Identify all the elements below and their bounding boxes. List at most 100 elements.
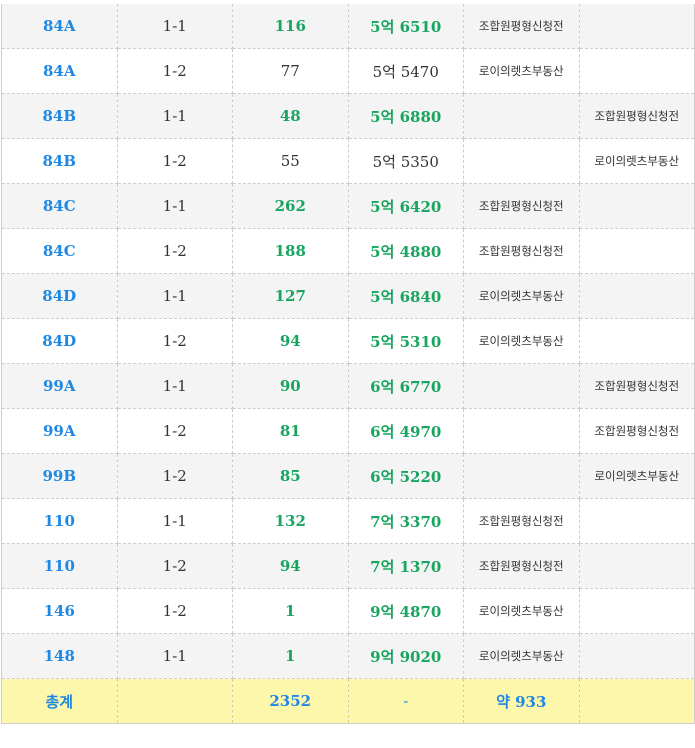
agent-cell-2 [579,318,695,364]
count-cell: 188 [232,228,349,274]
count-cell: 90 [232,363,349,409]
agent-cell-1: 조합원평형신청전 [463,543,580,589]
agent-cell-1: 로이의렛츠부동산 [463,273,580,319]
count-cell: 55 [232,138,349,184]
dong-cell: 1-2 [117,48,233,94]
apartment-price-table: 84A 1-1 116 5억 6510 조합원평형신청전 84A 1-2 77 5억 5470 로… [1,4,695,724]
table-row: 84A 1-2 77 5억 5470 로이의렛츠부동산 [1,48,695,94]
total-dong [117,678,233,724]
table-row: 84B 1-2 55 5억 5350 로이의렛츠부동산 [1,138,695,184]
price-cell: 9억 9020 [348,633,464,679]
dong-cell: 1-2 [117,453,233,499]
dong-cell: 1-1 [117,498,233,544]
table-row: 110 1-2 94 7억 1370 조합원평형신청전 [1,543,695,589]
count-cell: 132 [232,498,349,544]
table-row: 84D 1-1 127 5억 6840 로이의렛츠부동산 [1,273,695,319]
total-price: - [348,678,464,724]
count-cell: 94 [232,318,349,364]
dong-cell: 1-1 [117,4,233,49]
dong-cell: 1-1 [117,273,233,319]
type-cell: 110 [1,543,118,589]
count-cell: 262 [232,183,349,229]
type-cell: 84C [1,183,118,229]
type-cell: 99A [1,408,118,454]
type-cell: 99B [1,453,118,499]
dong-cell: 1-2 [117,318,233,364]
dong-cell: 1-1 [117,633,233,679]
table-row: 99A 1-2 81 6억 4970 조합원평형신청전 [1,408,695,454]
dong-cell: 1-2 [117,543,233,589]
type-cell: 99A [1,363,118,409]
dong-cell: 1-1 [117,93,233,139]
agent-cell-2: 조합원평형신청전 [579,93,695,139]
table-row: 84B 1-1 48 5억 6880 조합원평형신청전 [1,93,695,139]
type-cell: 84D [1,318,118,364]
agent-cell-2: 로이의렛츠부동산 [579,453,695,499]
agent-cell-1 [463,93,580,139]
dong-cell: 1-2 [117,408,233,454]
count-cell: 77 [232,48,349,94]
dong-cell: 1-2 [117,228,233,274]
count-cell: 85 [232,453,349,499]
type-cell: 84A [1,48,118,94]
type-cell: 110 [1,498,118,544]
agent-cell-2 [579,228,695,274]
price-cell: 5억 4880 [348,228,464,274]
price-cell: 9억 4870 [348,588,464,634]
price-cell: 5억 6420 [348,183,464,229]
price-cell: 5억 5310 [348,318,464,364]
dong-cell: 1-2 [117,138,233,184]
total-blank [579,678,695,724]
dong-cell: 1-2 [117,588,233,634]
table-body: 84A 1-1 116 5억 6510 조합원평형신청전 84A 1-2 77 5억 5470 로… [1,4,695,724]
price-cell: 5억 6840 [348,273,464,319]
dong-cell: 1-1 [117,183,233,229]
table-row: 148 1-1 1 9억 9020 로이의렛츠부동산 [1,633,695,679]
agent-cell-1 [463,453,580,499]
type-cell: 146 [1,588,118,634]
table-row: 99B 1-2 85 6억 5220 로이의렛츠부동산 [1,453,695,499]
count-cell: 1 [232,588,349,634]
agent-cell-2: 로이의렛츠부동산 [579,138,695,184]
agent-cell-2 [579,543,695,589]
count-cell: 94 [232,543,349,589]
type-cell: 84B [1,138,118,184]
agent-cell-1: 조합원평형신청전 [463,4,580,49]
agent-cell-2 [579,4,695,49]
agent-cell-1: 로이의렛츠부동산 [463,48,580,94]
price-cell: 6억 6770 [348,363,464,409]
agent-cell-2 [579,633,695,679]
table-row: 99A 1-1 90 6억 6770 조합원평형신청전 [1,363,695,409]
agent-cell-1: 로이의렛츠부동산 [463,588,580,634]
type-cell: 148 [1,633,118,679]
agent-cell-2 [579,273,695,319]
agent-cell-2 [579,48,695,94]
count-cell: 116 [232,4,349,49]
total-row: 총계 2352 - 약 933 [1,678,695,724]
price-cell: 6억 4970 [348,408,464,454]
price-cell: 5억 5350 [348,138,464,184]
agent-cell-1: 로이의렛츠부동산 [463,633,580,679]
type-cell: 84D [1,273,118,319]
price-cell: 7억 3370 [348,498,464,544]
agent-cell-2: 조합원평형신청전 [579,363,695,409]
total-count: 2352 [232,678,349,724]
table-row: 110 1-1 132 7억 3370 조합원평형신청전 [1,498,695,544]
agent-cell-1: 조합원평형신청전 [463,183,580,229]
price-cell: 7억 1370 [348,543,464,589]
count-cell: 48 [232,93,349,139]
type-cell: 84C [1,228,118,274]
agent-cell-1 [463,363,580,409]
type-cell: 84B [1,93,118,139]
agent-cell-1: 로이의렛츠부동산 [463,318,580,364]
agent-cell-2: 조합원평형신청전 [579,408,695,454]
total-label: 총계 [1,678,118,724]
count-cell: 127 [232,273,349,319]
table-row: 84C 1-1 262 5억 6420 조합원평형신청전 [1,183,695,229]
count-cell: 1 [232,633,349,679]
agent-cell-1: 조합원평형신청전 [463,498,580,544]
dong-cell: 1-1 [117,363,233,409]
agent-cell-2 [579,588,695,634]
type-cell: 84A [1,4,118,49]
agent-cell-2 [579,498,695,544]
